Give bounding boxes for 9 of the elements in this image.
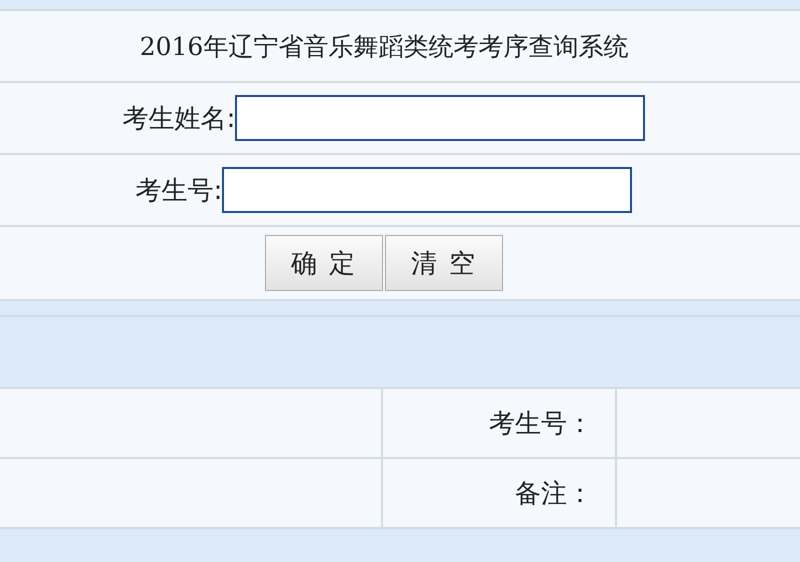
- field-label: 考生号:: [136, 174, 222, 208]
- input-field[interactable]: [222, 167, 632, 213]
- confirm-button[interactable]: 确 定: [265, 235, 383, 291]
- field-label: 考生姓名:: [122, 102, 236, 136]
- result-label: 备注：: [515, 478, 593, 510]
- result-label: 考生号：: [489, 408, 593, 440]
- clear-button[interactable]: 清 空: [385, 235, 503, 291]
- page-title: 2016年辽宁省音乐舞蹈类统考考序查询系统: [140, 30, 628, 62]
- input-field[interactable]: [235, 95, 646, 141]
